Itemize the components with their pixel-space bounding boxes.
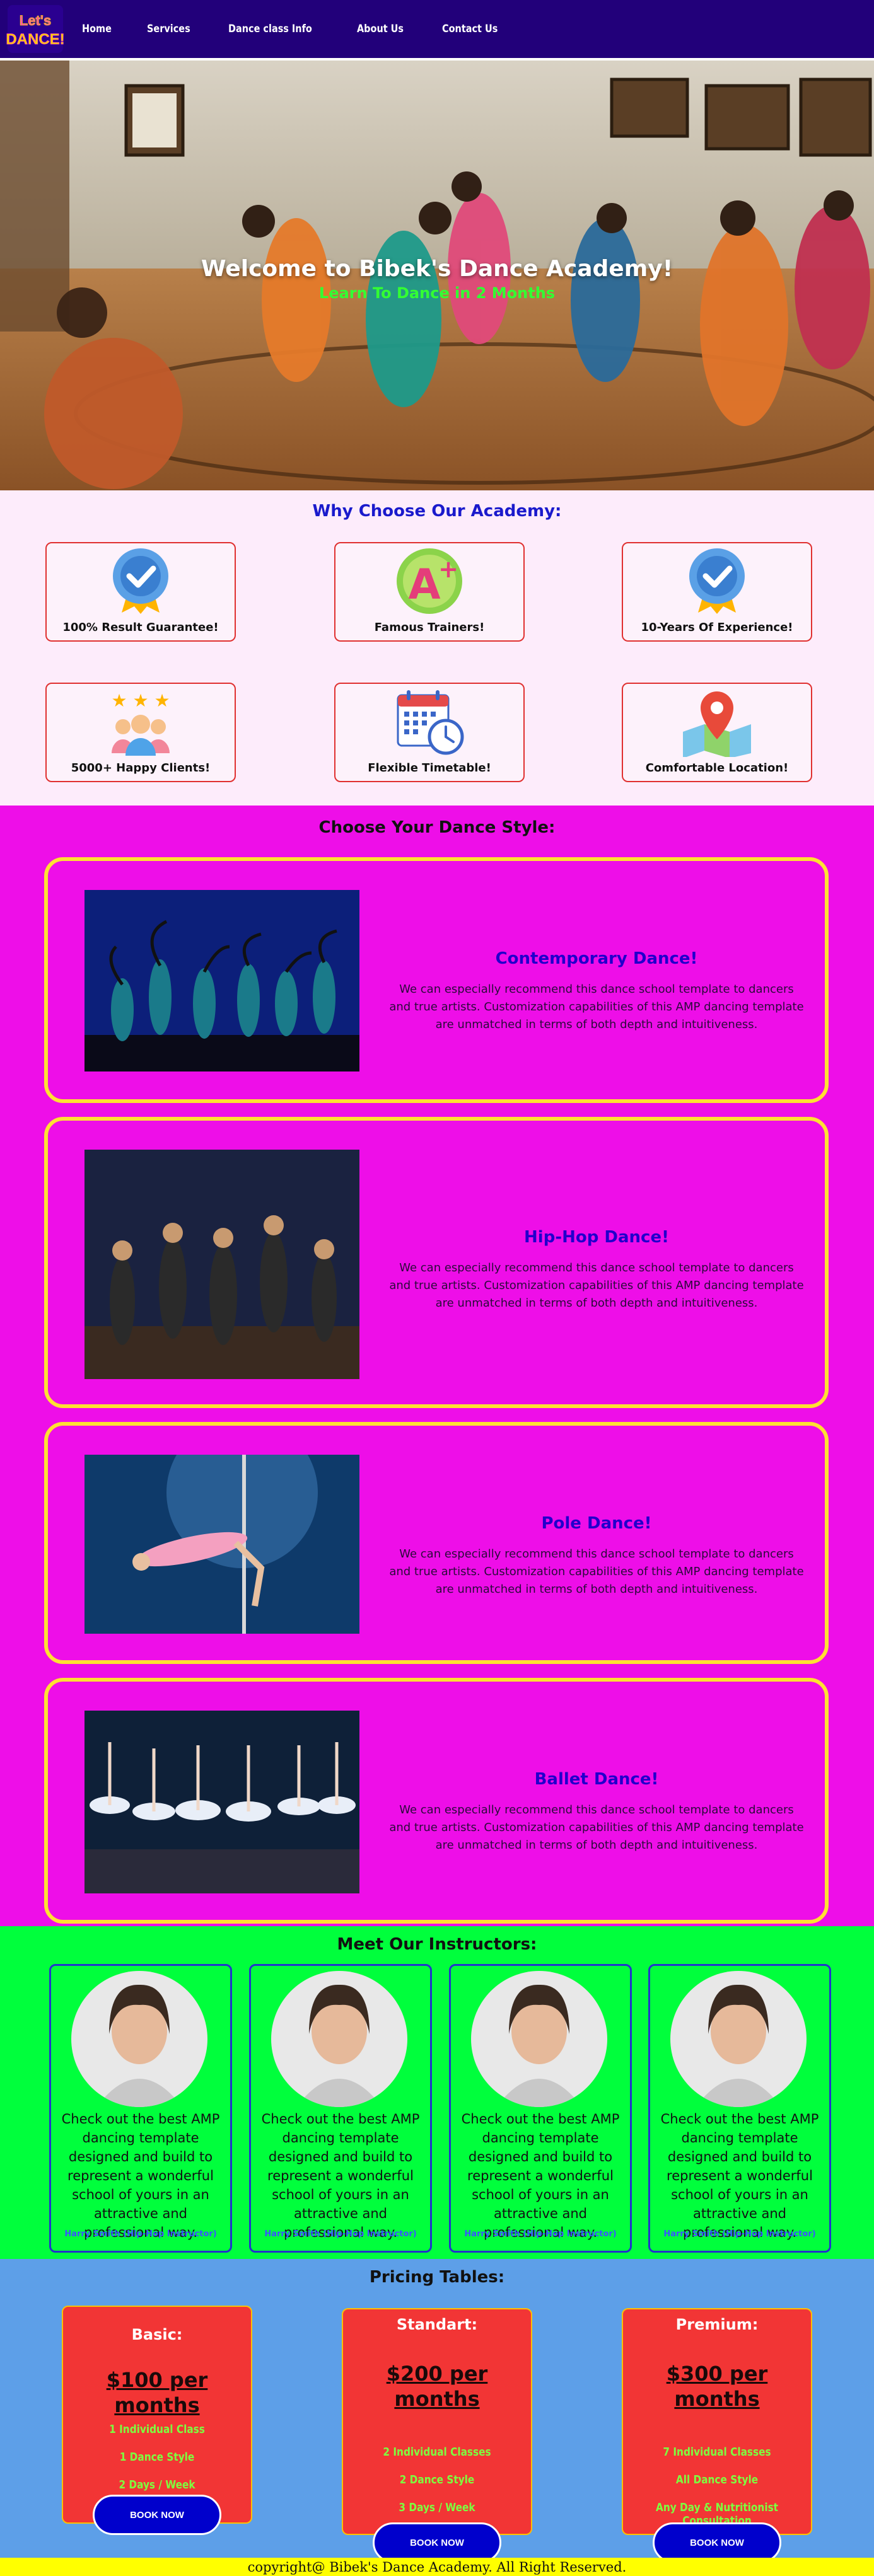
why-card-label: 100% Result Guarantee! xyxy=(62,621,219,634)
map-pin-icon xyxy=(683,691,751,757)
instructor-card: Check out the best AMP dancing template … xyxy=(49,1964,232,2253)
pricing-title: Pricing Tables: xyxy=(369,2268,505,2287)
pricing-section: Pricing Tables: Basic: $100 per months 1… xyxy=(0,2259,874,2563)
instructor-card: Check out the best AMP dancing template … xyxy=(249,1964,432,2253)
logo-text-top: Let's xyxy=(20,13,51,28)
pricing-card-basic: Basic: $100 per months 1 Individual Clas… xyxy=(62,2306,252,2535)
nav-services[interactable]: Services xyxy=(147,23,190,35)
plan-feature: 1 Individual Class xyxy=(109,2423,205,2436)
nav-contact-us[interactable]: Contact Us xyxy=(442,23,498,35)
nav-links: Home Services Dance class Info About Us … xyxy=(82,23,508,35)
plan-feature: 1 Dance Style xyxy=(119,2451,195,2464)
navbar: Let's DANCE! Home Services Dance class I… xyxy=(0,0,874,58)
instructors-title: Meet Our Instructors: xyxy=(337,1935,537,1954)
why-choose-section: Why Choose Our Academy: 100% Result Guar… xyxy=(0,490,874,806)
book-now-button[interactable]: BOOK NOW xyxy=(373,2522,501,2563)
svg-text:★: ★ xyxy=(132,691,148,710)
why-card-label: Flexible Timetable! xyxy=(368,761,491,775)
nav-about-us[interactable]: About Us xyxy=(357,23,404,35)
style-card-hip-hop: Hip-Hop Dance! We can especially recomme… xyxy=(44,1117,829,1408)
book-now-button[interactable]: BOOK NOW xyxy=(653,2522,781,2563)
why-card-happy-clients: ★ ★ ★ 5000+ Happy Clients! xyxy=(45,683,236,782)
style-name: Ballet Dance! xyxy=(534,1770,659,1789)
svg-text:+: + xyxy=(438,555,458,583)
logo-text-bottom: DANCE! xyxy=(6,31,64,48)
instructor-card: Check out the best AMP dancing template … xyxy=(648,1964,831,2253)
style-card-ballet: Ballet Dance! We can especially recommen… xyxy=(44,1678,829,1924)
instructor-name: Harry Smith (Hip-Hop Instructor) xyxy=(464,2229,617,2239)
style-card-pole: Pole Dance! We can especially recommend … xyxy=(44,1422,829,1664)
hero-subtitle: Learn To Dance in 2 Months xyxy=(318,284,556,302)
plan-feature: 2 Dance Style xyxy=(399,2473,475,2486)
instructor-bio: Check out the best AMP dancing template … xyxy=(660,2111,819,2240)
style-name: Hip-Hop Dance! xyxy=(524,1228,669,1247)
instructor-bio: Check out the best AMP dancing template … xyxy=(261,2111,420,2240)
logo[interactable]: Let's DANCE! xyxy=(6,4,64,54)
styles-title: Choose Your Dance Style: xyxy=(318,818,556,837)
ballet-dance-image xyxy=(84,1711,359,1893)
footer: copyright@ Bibek's Dance Academy. All Ri… xyxy=(0,2558,874,2576)
pole-dance-image xyxy=(84,1455,359,1634)
badge-check-icon xyxy=(113,548,168,614)
avatar xyxy=(271,1971,407,2107)
plan-feature: 2 Individual Classes xyxy=(383,2446,491,2459)
why-card-comfortable-location: Comfortable Location! xyxy=(622,683,812,782)
nav-home[interactable]: Home xyxy=(82,23,112,35)
dance-styles-section: Choose Your Dance Style: Contemporary Da… xyxy=(0,806,874,1926)
book-now-button[interactable]: BOOK NOW xyxy=(93,2495,221,2535)
hero-banner: Welcome to Bibek's Dance Academy! Learn … xyxy=(0,61,874,490)
pricing-card-premium: Premium: $300 per months 7 Individual Cl… xyxy=(622,2308,812,2563)
style-name: Contemporary Dance! xyxy=(495,949,698,968)
plan-title: Standart: xyxy=(396,2316,478,2333)
copyright-text: copyright@ Bibek's Dance Academy. All Ri… xyxy=(247,2559,627,2575)
happy-clients-icon: ★ ★ ★ xyxy=(111,691,170,756)
why-card-result-guarantee: 100% Result Guarantee! xyxy=(45,542,236,642)
style-card-contemporary: Contemporary Dance! We can especially re… xyxy=(44,857,829,1103)
why-card-label: 5000+ Happy Clients! xyxy=(71,761,211,775)
nav-dance-class-info[interactable]: Dance class Info xyxy=(228,23,312,35)
avatar xyxy=(71,1971,207,2107)
why-card-label: 10-Years Of Experience! xyxy=(641,621,793,634)
plan-price: $200 per months xyxy=(386,2362,488,2411)
hero-title: Welcome to Bibek's Dance Academy! xyxy=(201,256,673,282)
instructor-bio: Check out the best AMP dancing template … xyxy=(61,2111,220,2240)
why-card-label: Comfortable Location! xyxy=(645,761,789,775)
why-card-experience: 10-Years Of Experience! xyxy=(622,542,812,642)
why-card-label: Famous Trainers! xyxy=(374,621,485,634)
contemporary-dance-image xyxy=(84,890,359,1071)
plan-feature: 7 Individual Classes xyxy=(663,2446,771,2459)
svg-text:A: A xyxy=(408,560,440,609)
avatar xyxy=(471,1971,607,2107)
svg-text:★: ★ xyxy=(111,691,127,710)
why-card-flexible-timetable: Flexible Timetable! xyxy=(334,683,525,782)
svg-text:★: ★ xyxy=(154,691,170,710)
avatar xyxy=(670,1971,807,2107)
plan-feature: All Dance Style xyxy=(675,2473,759,2486)
style-description: We can especially recommend this dance s… xyxy=(389,1547,804,1596)
instructor-name: Harry Smith (Hip-Hop Instructor) xyxy=(64,2229,217,2239)
plan-title: Basic: xyxy=(131,2326,183,2343)
instructor-bio: Check out the best AMP dancing template … xyxy=(461,2111,620,2240)
style-description: We can especially recommend this dance s… xyxy=(389,983,804,1031)
plan-feature: 2 Days / Week xyxy=(119,2478,195,2492)
instructor-name: Harry Smith (Hip-Hop Instructor) xyxy=(264,2229,417,2239)
a-plus-grade-icon: A + xyxy=(397,548,462,614)
plan-price: $100 per months xyxy=(106,2368,208,2417)
style-name: Pole Dance! xyxy=(541,1514,652,1533)
why-title: Why Choose Our Academy: xyxy=(312,502,562,521)
instructor-card: Check out the best AMP dancing template … xyxy=(449,1964,632,2253)
why-card-famous-trainers: A + Famous Trainers! xyxy=(334,542,525,642)
pricing-card-standart: Standart: $200 per months 2 Individual C… xyxy=(342,2308,532,2563)
logo-icon: Let's DANCE! xyxy=(6,5,64,53)
hip-hop-dance-image xyxy=(84,1150,359,1379)
plan-title: Premium: xyxy=(675,2316,759,2333)
plan-feature: 3 Days / Week xyxy=(399,2501,475,2514)
calendar-clock-icon xyxy=(397,690,464,755)
plan-price: $300 per months xyxy=(666,2362,768,2411)
instructor-name: Harry Smith (Hip-Hop Instructor) xyxy=(663,2229,816,2239)
style-description: We can especially recommend this dance s… xyxy=(389,1261,804,1310)
instructors-section: Meet Our Instructors: Check out the best… xyxy=(0,1926,874,2259)
badge-check-icon xyxy=(689,548,745,614)
style-description: We can especially recommend this dance s… xyxy=(389,1803,804,1852)
